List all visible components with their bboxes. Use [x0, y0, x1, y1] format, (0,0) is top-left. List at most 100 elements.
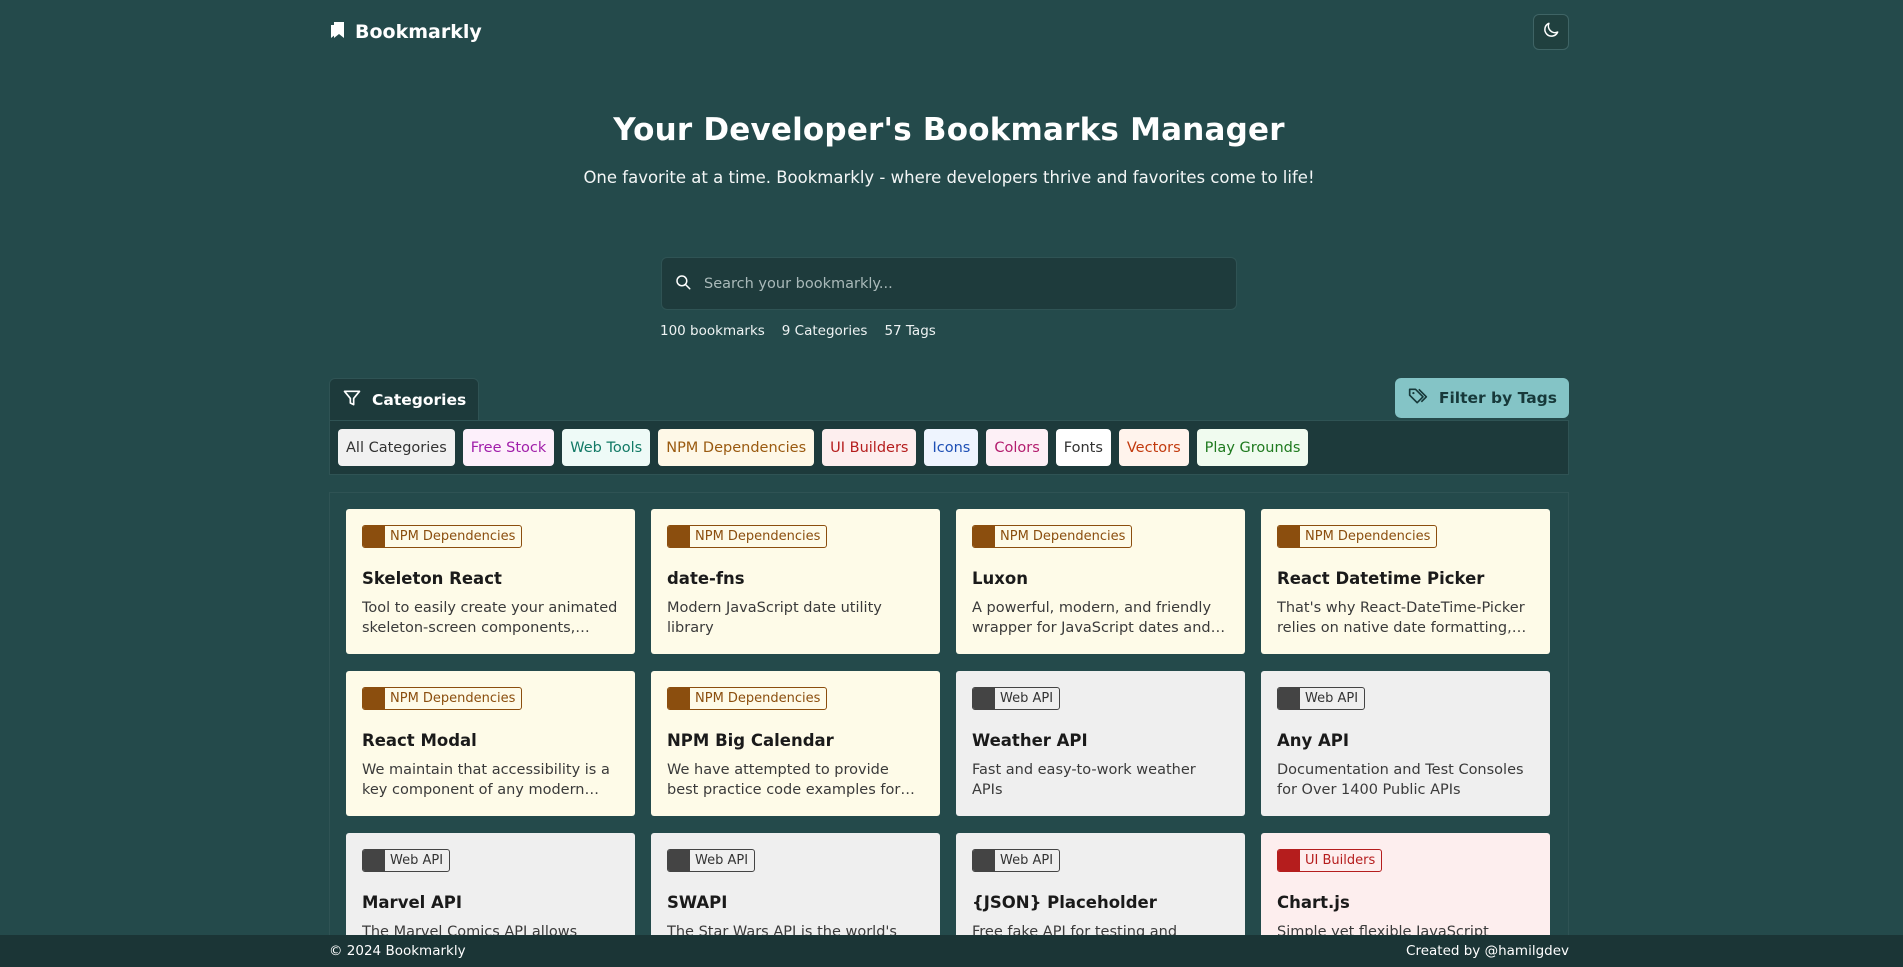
category-badge: Web API: [362, 849, 451, 872]
category-badge-label: Web API: [390, 853, 444, 868]
category-chip[interactable]: UI Builders: [822, 429, 917, 466]
category-color-swatch: [973, 688, 995, 709]
category-chip[interactable]: Play Grounds: [1196, 429, 1309, 466]
category-color-swatch: [363, 526, 385, 547]
brand-name: Bookmarkly: [355, 21, 482, 43]
category-chip[interactable]: Fonts: [1055, 429, 1111, 466]
category-badge: NPM Dependencies: [667, 525, 828, 548]
category-badge: NPM Dependencies: [362, 687, 523, 710]
category-badge-label: Web API: [1305, 691, 1359, 706]
category-count: 9 Categories: [781, 323, 868, 339]
filter-by-tags-label: Filter by Tags: [1438, 389, 1557, 407]
category-color-swatch: [668, 688, 690, 709]
category-chip[interactable]: Web Tools: [562, 429, 651, 466]
bookmark-description: That's why React-DateTime-Picker relies …: [1277, 600, 1525, 636]
category-badge: NPM Dependencies: [362, 525, 523, 548]
bookmark-description: Tool to easily create your animated skel…: [362, 600, 618, 636]
brand-logo[interactable]: Bookmarkly: [329, 20, 482, 45]
hero: Your Developer's Bookmarks Manager One f…: [329, 112, 1569, 187]
category-badge-label: Web API: [1000, 691, 1054, 706]
categories-header: Categories Filter by Tags: [329, 378, 1569, 420]
filter-by-tags-button[interactable]: Filter by Tags: [1394, 378, 1569, 418]
category-badge-label: UI Builders: [1305, 853, 1376, 868]
category-color-swatch: [1278, 688, 1300, 709]
bookmark-title: NPM Big Calendar: [667, 731, 834, 750]
category-badge: Web API: [972, 849, 1061, 872]
category-badge-label: NPM Dependencies: [695, 529, 821, 544]
category-color-swatch: [363, 688, 385, 709]
category-badge: NPM Dependencies: [1277, 525, 1438, 548]
moon-icon: [1541, 20, 1561, 44]
bookmark-card[interactable]: NPM Dependencies date-fns Modern JavaScrip…: [651, 509, 940, 654]
category-badge: NPM Dependencies: [667, 687, 828, 710]
category-badge: Web API: [972, 687, 1061, 710]
page-title: Your Developer's Bookmarks Manager: [613, 112, 1285, 148]
bookmark-card[interactable]: NPM Dependencies Luxon A powerful, modern,…: [956, 509, 1245, 654]
bookmark-card[interactable]: NPM Dependencies Skeleton React Tool to ea…: [346, 509, 635, 654]
search-icon: [674, 273, 692, 295]
credit-link[interactable]: Created by @hamilgdev: [1406, 943, 1569, 959]
category-badge-label: NPM Dependencies: [390, 529, 516, 544]
category-color-swatch: [363, 850, 385, 871]
bookmark-description: Modern JavaScript date utility library: [667, 600, 882, 636]
bookmark-description: Fast and easy-to-work weather APIs: [972, 762, 1196, 798]
category-badge-label: NPM Dependencies: [390, 691, 516, 706]
bookmark-title: SWAPI: [667, 893, 728, 912]
category-chip[interactable]: All Categories: [338, 429, 455, 466]
bookmark-title: Marvel API: [362, 893, 463, 912]
stats-row: 100 bookmarks 9 Categories 57 Tags: [660, 323, 936, 339]
search-input[interactable]: [704, 275, 1204, 292]
bookmark-title: {JSON} Placeholder: [972, 893, 1157, 912]
category-chip[interactable]: Vectors: [1118, 429, 1189, 466]
category-chip[interactable]: Colors: [986, 429, 1048, 466]
category-badge-label: NPM Dependencies: [1000, 529, 1126, 544]
category-color-swatch: [973, 526, 995, 547]
bookmark-description: We maintain that accessibility is a key …: [362, 762, 610, 798]
category-chip[interactable]: Free Stock: [462, 429, 555, 466]
category-badge: Web API: [1277, 687, 1366, 710]
footer: © 2024 Bookmarkly Created by @hamilgdev: [0, 935, 1903, 967]
category-color-swatch: [668, 850, 690, 871]
bookmark-description: We have attempted to provide best practi…: [667, 762, 901, 798]
category-badge: Web API: [667, 849, 756, 872]
categories-heading: Categories: [372, 390, 467, 409]
bookmark-title: Chart.js: [1277, 893, 1350, 912]
bookmark-title: date-fns: [667, 569, 745, 588]
category-color-swatch: [973, 850, 995, 871]
theme-toggle-button[interactable]: [1533, 14, 1569, 50]
category-chips: All Categories Free Stock Web Tools NPM Dep…: [329, 420, 1569, 475]
bookmark-title: React Datetime Picker: [1277, 569, 1485, 588]
category-badge-label: Web API: [1000, 853, 1054, 868]
tags-icon: [1407, 386, 1429, 410]
bookmark-card[interactable]: NPM Dependencies NPM Big Calendar We have …: [651, 671, 940, 816]
bookmark-card[interactable]: Web API Any API Documentation and Test Con…: [1261, 671, 1550, 816]
category-badge-label: NPM Dependencies: [1305, 529, 1431, 544]
page-subtitle: One favorite at a time. Bookmarkly - whe…: [583, 168, 1315, 187]
category-badge: UI Builders: [1277, 849, 1383, 872]
category-color-swatch: [1278, 850, 1300, 871]
category-chip[interactable]: NPM Dependencies: [658, 429, 815, 466]
bookmark-count: 100 bookmarks: [660, 323, 765, 339]
category-color-swatch: [1278, 526, 1300, 547]
category-chip[interactable]: Icons: [924, 429, 979, 466]
search-box: [661, 257, 1237, 310]
tag-count: 57 Tags: [884, 323, 936, 339]
bookmark-card[interactable]: Web API Weather API Fast and easy-to-work …: [956, 671, 1245, 816]
categories-tab[interactable]: Categories: [329, 378, 480, 420]
bookmark-icon: [329, 20, 347, 45]
filter-funnel-icon: [342, 388, 362, 412]
bookmark-title: Weather API: [972, 731, 1088, 750]
bookmark-grid-panel: NPM Dependencies Skeleton React Tool to ea…: [329, 492, 1569, 967]
category-badge-label: Web API: [695, 853, 749, 868]
category-color-swatch: [668, 526, 690, 547]
bookmark-title: React Modal: [362, 731, 477, 750]
category-badge-label: NPM Dependencies: [695, 691, 821, 706]
bookmark-title: Luxon: [972, 569, 1028, 588]
bookmark-card[interactable]: NPM Dependencies React Modal We maintain t…: [346, 671, 635, 816]
bookmark-description: Documentation and Test Consoles for Over…: [1277, 762, 1524, 798]
bookmark-card[interactable]: NPM Dependencies React Datetime Picker Tha…: [1261, 509, 1550, 654]
copyright: © 2024 Bookmarkly: [329, 943, 466, 959]
bookmark-description: A powerful, modern, and friendly wrapper…: [972, 600, 1212, 636]
bookmark-grid: NPM Dependencies Skeleton React Tool to ea…: [346, 509, 1552, 967]
bookmark-title: Any API: [1277, 731, 1350, 750]
